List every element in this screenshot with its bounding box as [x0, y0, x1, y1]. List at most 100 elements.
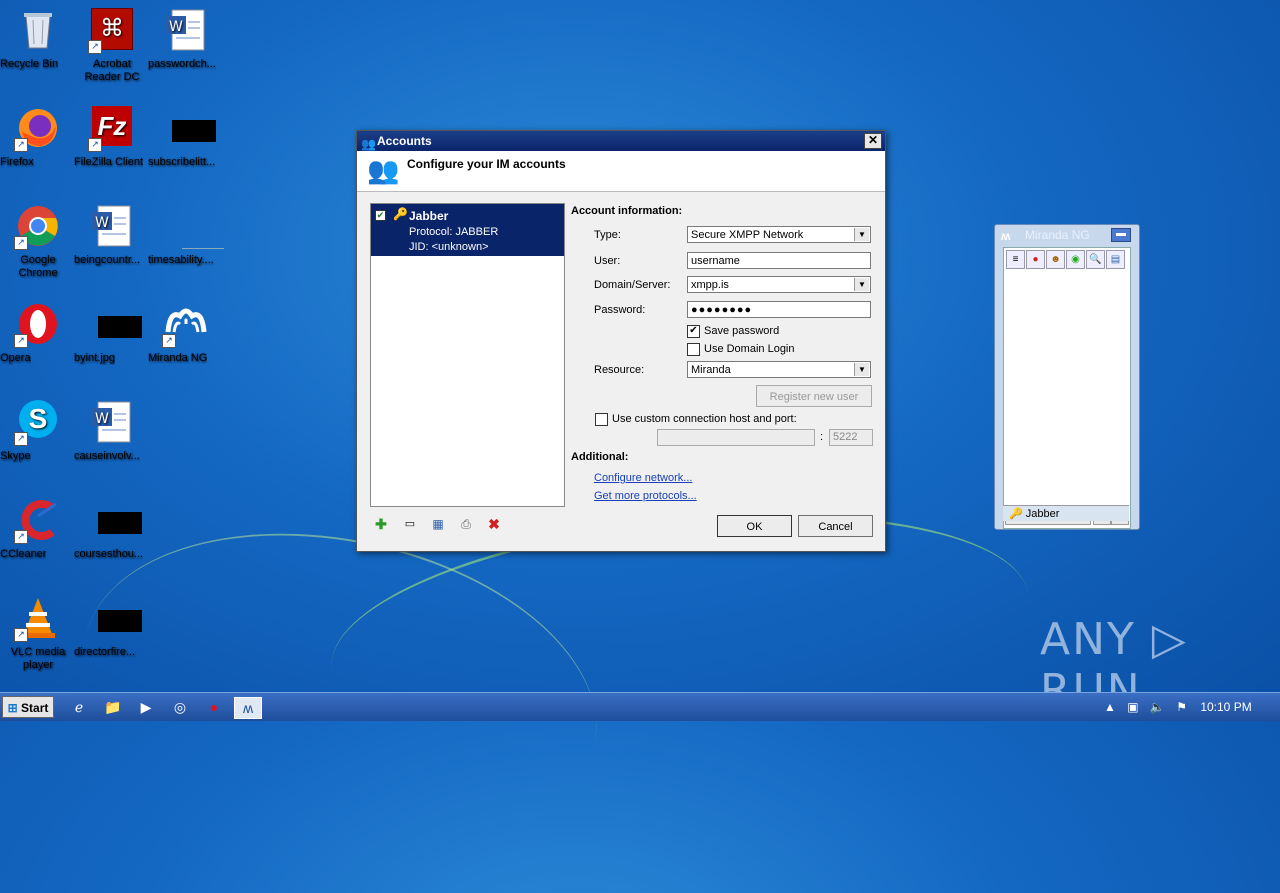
find-icon[interactable]: 🔍: [1086, 250, 1105, 269]
action-center-flag-icon[interactable]: ⚑: [1176, 700, 1187, 714]
redacted-file-icon: [90, 498, 142, 542]
desktop-icon-causeinvolv[interactable]: W causeinvolv...: [74, 400, 150, 462]
miranda-taskbar-icon[interactable]: ʍ: [234, 697, 262, 719]
svg-text:W: W: [95, 215, 109, 231]
desktop-icon-directorfire[interactable]: directorfire...: [74, 596, 150, 658]
type-value: Secure XMPP Network: [691, 229, 804, 241]
desktop-icon-passwordch[interactable]: W passwordch...: [148, 8, 224, 70]
firefox-icon: ↗: [14, 106, 60, 152]
shortcut-arrow-icon: ↗: [88, 138, 102, 152]
close-button[interactable]: ✕: [864, 133, 882, 149]
header-title: Configure your IM accounts: [407, 157, 566, 171]
key-icon: 🔑: [393, 207, 408, 221]
options-icon[interactable]: ▤: [1106, 250, 1125, 269]
online-icon[interactable]: ◉: [1066, 250, 1085, 269]
dialog-titlebar[interactable]: 👥 Accounts ✕: [357, 131, 885, 151]
taskbar: ⊞ Start ℯ 📁 ▶ ◎ ● ʍ ▲ ▣ 🔈 ⚑ 10:10 PM: [0, 692, 1280, 721]
chevron-down-icon[interactable]: ▼: [854, 363, 869, 376]
account-list[interactable]: ✔ 🔑 Jabber Protocol: JABBER JID: <unknow…: [370, 203, 565, 507]
delete-account-icon[interactable]: ✖: [486, 517, 502, 531]
users-icon[interactable]: ☻: [1046, 250, 1065, 269]
get-more-protocols-link[interactable]: Get more protocols...: [594, 490, 697, 502]
connect-account-icon[interactable]: ⎙: [458, 517, 474, 531]
port-input[interactable]: 5222: [829, 429, 873, 446]
account-item-jabber[interactable]: ✔ 🔑 Jabber Protocol: JABBER JID: <unknow…: [371, 204, 564, 256]
desktop-icon-ccleaner[interactable]: ↗ CCleaner: [0, 498, 76, 560]
register-new-user-button[interactable]: Register new user: [756, 385, 872, 407]
shortcut-arrow-icon: ↗: [162, 334, 176, 348]
desktop-icon-acrobat[interactable]: ⌘ ↗ Acrobat Reader DC: [74, 8, 150, 83]
resource-select[interactable]: Miranda ▼: [687, 361, 871, 378]
desktop-icon-miranda[interactable]: ↗ Miranda NG: [148, 302, 224, 364]
password-label: Password:: [594, 304, 646, 316]
account-enabled-checkbox[interactable]: ✔: [375, 210, 386, 221]
shortcut-arrow-icon: ↗: [14, 628, 28, 642]
chevron-down-icon[interactable]: ▼: [854, 278, 869, 291]
host-input[interactable]: [657, 429, 815, 446]
dialog-header: 👥 Configure your IM accounts: [357, 151, 885, 192]
use-domain-login-checkbox[interactable]: [687, 343, 700, 356]
explorer-icon[interactable]: 📁: [102, 697, 124, 717]
users-icon: 👥: [367, 155, 400, 185]
shortcut-arrow-icon: ↗: [14, 334, 28, 348]
configure-network-link[interactable]: Configure network...: [594, 472, 692, 484]
ie-icon[interactable]: ℯ: [68, 697, 90, 717]
edit-account-icon[interactable]: ▦: [430, 517, 446, 531]
ccleaner-icon: ↗: [14, 498, 60, 544]
media-player-icon[interactable]: ▶: [135, 697, 157, 717]
shortcut-arrow-icon: ↗: [14, 530, 28, 544]
chevron-down-icon[interactable]: ▼: [854, 228, 869, 241]
add-account-icon[interactable]: ✚: [373, 517, 389, 531]
dialog-title: Accounts: [377, 134, 432, 148]
contact-list-panel[interactable]: ≡ ● ☻ ◉ 🔍 ▤ All contacts ▽ ✕: [1003, 247, 1131, 529]
desktop-icon-vlc[interactable]: ↗ VLC media player: [0, 596, 76, 671]
ok-button[interactable]: OK: [717, 515, 792, 537]
user-label: User:: [594, 255, 621, 267]
redacted-file-icon: [164, 106, 216, 150]
shortcut-arrow-icon: ↗: [14, 236, 28, 250]
show-hidden-icons-icon[interactable]: ▲: [1104, 700, 1116, 714]
desktop-icon-recycle-bin[interactable]: Recycle Bin: [0, 8, 76, 70]
system-tray: ▲ ▣ 🔈 ⚑ 10:10 PM: [1104, 697, 1280, 717]
start-button[interactable]: ⊞ Start: [2, 696, 54, 718]
use-domain-login-label: Use Domain Login: [704, 343, 795, 355]
password-input[interactable]: ●●●●●●●●: [687, 301, 871, 318]
desktop-icon-chrome[interactable]: ↗ Google Chrome: [0, 204, 76, 279]
protocol-status-bar[interactable]: 🔑 Jabber: [1003, 505, 1129, 521]
minimize-button[interactable]: ▬: [1111, 228, 1131, 242]
resource-label: Resource:: [594, 364, 645, 376]
svg-text:W: W: [95, 411, 109, 427]
desktop-icon-coursesthou[interactable]: coursesthou...: [74, 498, 150, 560]
domain-select[interactable]: xmpp.is ▼: [687, 276, 871, 293]
menu-icon[interactable]: ≡: [1006, 250, 1025, 269]
filezilla-icon: Fz ↗: [88, 106, 134, 152]
clock[interactable]: 10:10 PM: [1200, 700, 1251, 714]
rename-account-icon[interactable]: ▭: [402, 517, 418, 531]
account-name: Jabber: [409, 209, 449, 223]
status-icon[interactable]: ●: [1026, 250, 1045, 269]
chrome-icon[interactable]: ◎: [169, 697, 191, 717]
desktop-icon-subscribelitt[interactable]: subscribelitt...: [148, 106, 224, 168]
custom-host-checkbox[interactable]: [595, 413, 608, 426]
desktop-icon-byint[interactable]: byint.jpg: [74, 302, 150, 364]
desktop-icon-firefox[interactable]: ↗ Firefox: [0, 106, 76, 168]
word-doc-icon: W: [164, 8, 208, 52]
type-select[interactable]: Secure XMPP Network ▼: [687, 226, 871, 243]
save-password-checkbox[interactable]: ✔: [687, 325, 700, 338]
chrome-icon: ↗: [14, 204, 60, 250]
user-input[interactable]: username: [687, 252, 871, 269]
desktop-icon-beingcountr[interactable]: W beingcountr...: [74, 204, 150, 266]
desktop-icon-skype[interactable]: S ↗ Skype: [0, 400, 76, 462]
network-icon[interactable]: ▣: [1127, 700, 1138, 714]
additional-title: Additional:: [571, 451, 629, 463]
miranda-contact-list-window: ʍ Miranda NG ▬ ≡ ● ☻ ◉ 🔍 ▤ All contacts …: [994, 224, 1140, 530]
miranda-titlebar[interactable]: ʍ Miranda NG ▬: [995, 225, 1139, 245]
desktop-icon-opera[interactable]: ↗ Opera: [0, 302, 76, 364]
opera-icon[interactable]: ●: [203, 697, 225, 717]
svg-text:W: W: [169, 19, 183, 35]
desktop-icon-timesability[interactable]: timesability....: [148, 204, 224, 266]
desktop-icon-filezilla[interactable]: Fz ↗ FileZilla Client: [74, 106, 150, 168]
volume-icon[interactable]: 🔈: [1150, 700, 1165, 714]
cancel-button[interactable]: Cancel: [798, 515, 873, 537]
vlc-icon: ↗: [14, 596, 60, 642]
